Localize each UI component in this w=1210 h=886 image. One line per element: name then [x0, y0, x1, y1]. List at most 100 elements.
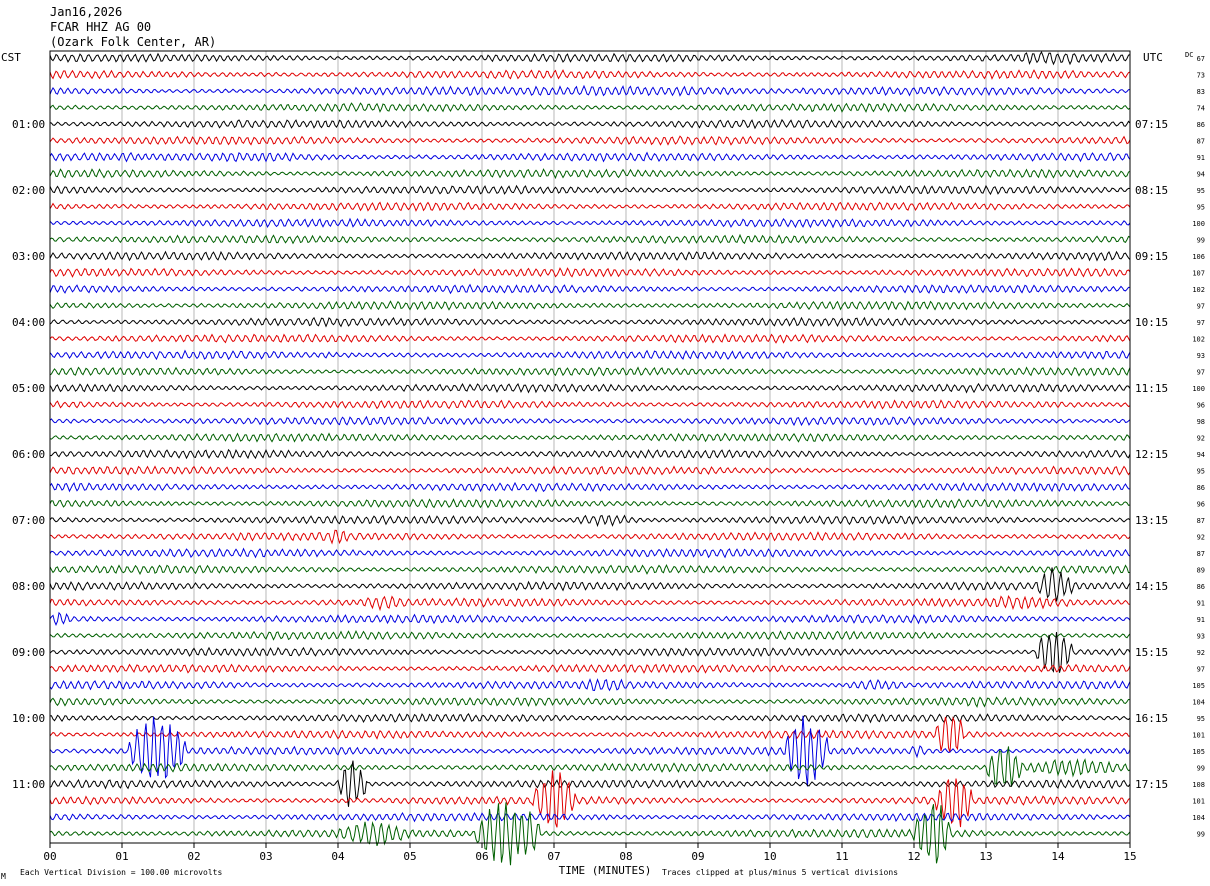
dc-value: 97	[1197, 303, 1205, 311]
left-hour-label: 03:00	[12, 250, 45, 263]
right-hour-label: 09:15	[1135, 250, 1168, 263]
dc-value: 96	[1197, 501, 1205, 509]
dc-value: 101	[1192, 732, 1205, 740]
trace-line-21	[49, 399, 1131, 410]
x-axis-ticks: 00 01 02 03 04 05 06 07 08 09 10 11 12 13 14 15	[43, 843, 1137, 863]
dc-value: 104	[1192, 814, 1205, 822]
dc-value: 92	[1197, 649, 1205, 657]
dc-value: 94	[1197, 171, 1205, 179]
dc-column-label: DC	[1185, 51, 1193, 59]
trace-line-45	[49, 770, 1131, 828]
x-tick-label: 08	[619, 850, 632, 863]
dc-value: 105	[1192, 682, 1205, 690]
x-tick-label: 06	[475, 850, 488, 863]
dc-value: 86	[1197, 121, 1205, 129]
dc-value: 102	[1192, 286, 1205, 294]
dc-value: 95	[1197, 715, 1205, 723]
dc-value: 98	[1197, 418, 1205, 426]
dc-value: 106	[1192, 253, 1205, 261]
dc-value: 104	[1192, 699, 1205, 707]
dc-value: 92	[1197, 435, 1205, 443]
x-tick-label: 04	[331, 850, 345, 863]
dc-value: 87	[1197, 550, 1205, 558]
x-axis-label: TIME (MINUTES)	[559, 864, 652, 877]
station-label: FCAR HHZ AG 00	[50, 20, 151, 34]
trace-line-41	[49, 716, 1130, 753]
trace-line-1	[49, 69, 1131, 80]
trace-line-11	[49, 233, 1131, 245]
trace-line-18	[49, 349, 1131, 361]
trace-line-3	[49, 102, 1131, 113]
dc-value: 93	[1197, 633, 1205, 641]
helicorder-plot: Jan16,2026 FCAR HHZ AG 00 (Ozark Folk Ce…	[1, 5, 1205, 881]
right-hour-label: 16:15	[1135, 712, 1168, 725]
dc-value: 87	[1197, 517, 1205, 525]
right-hour-label: 08:15	[1135, 184, 1168, 197]
right-hour-label: 12:15	[1135, 448, 1168, 461]
trace-line-40	[49, 712, 1131, 724]
dc-value: 73	[1197, 72, 1205, 80]
clip-note: Traces clipped at plus/minus 5 vertical …	[662, 868, 898, 877]
dc-value: 91	[1197, 600, 1205, 608]
dc-value: 91	[1197, 616, 1205, 624]
right-hour-label: 07:15	[1135, 118, 1168, 131]
dc-values: 67 73 83 74 86 87 91 94 95 95 100 99 106 107 102 97 97 10…	[1192, 55, 1205, 839]
dc-value: 74	[1197, 105, 1205, 113]
trace-line-6	[49, 151, 1131, 163]
trace-line-7	[49, 168, 1131, 180]
trace-line-37	[49, 663, 1131, 674]
trace-line-33	[49, 595, 1131, 612]
x-tick-label: 11	[835, 850, 848, 863]
dc-value: 101	[1192, 798, 1205, 806]
date-label: Jan16,2026	[50, 5, 122, 19]
x-tick-label: 10	[763, 850, 776, 863]
left-hour-label: 01:00	[12, 118, 45, 131]
dc-value: 95	[1197, 468, 1205, 476]
x-tick-label: 03	[259, 850, 272, 863]
x-tick-label: 09	[691, 850, 704, 863]
trace-line-22	[49, 415, 1131, 427]
trace-line-25	[49, 465, 1131, 476]
trace-line-2	[49, 84, 1131, 97]
dc-value: 108	[1192, 781, 1205, 789]
trace-line-19	[49, 366, 1131, 377]
dc-value: 102	[1192, 336, 1205, 344]
dc-value: 97	[1197, 319, 1205, 327]
x-tick-label: 15	[1123, 850, 1136, 863]
trace-line-42	[49, 715, 1131, 787]
dc-value: 86	[1197, 583, 1205, 591]
left-hour-label: 08:00	[12, 580, 45, 593]
dc-value: 99	[1197, 831, 1205, 839]
trace-line-28	[49, 514, 1131, 528]
left-hour-label: 06:00	[12, 448, 45, 461]
trace-line-14	[49, 283, 1130, 295]
left-hour-label: 02:00	[12, 184, 45, 197]
corner-mark: M	[1, 872, 6, 881]
dc-value: 97	[1197, 666, 1205, 674]
trace-line-35	[49, 630, 1131, 641]
dc-value: 100	[1192, 220, 1205, 228]
trace-line-17	[49, 333, 1131, 344]
trace-line-23	[49, 432, 1131, 443]
x-tick-label: 02	[187, 850, 200, 863]
dc-value: 89	[1197, 567, 1205, 575]
trace-line-13	[49, 267, 1131, 278]
dc-value: 96	[1197, 402, 1205, 410]
left-hour-label: 05:00	[12, 382, 45, 395]
dc-value: 67	[1197, 55, 1205, 63]
trace-line-20	[49, 382, 1131, 394]
dc-value: 87	[1197, 138, 1205, 146]
x-tick-label: 12	[907, 850, 920, 863]
right-hour-label: 13:15	[1135, 514, 1168, 527]
dc-value: 86	[1197, 484, 1205, 492]
dc-value: 105	[1192, 748, 1205, 756]
dc-value: 95	[1197, 187, 1205, 195]
left-hour-label: 07:00	[12, 514, 45, 527]
trace-line-0	[49, 50, 1131, 66]
trace-line-12	[49, 250, 1131, 262]
left-hour-label: 09:00	[12, 646, 45, 659]
trace-line-15	[49, 300, 1131, 311]
x-tick-label: 05	[403, 850, 416, 863]
right-timezone-label: UTC	[1143, 51, 1163, 64]
dc-value: 97	[1197, 369, 1205, 377]
